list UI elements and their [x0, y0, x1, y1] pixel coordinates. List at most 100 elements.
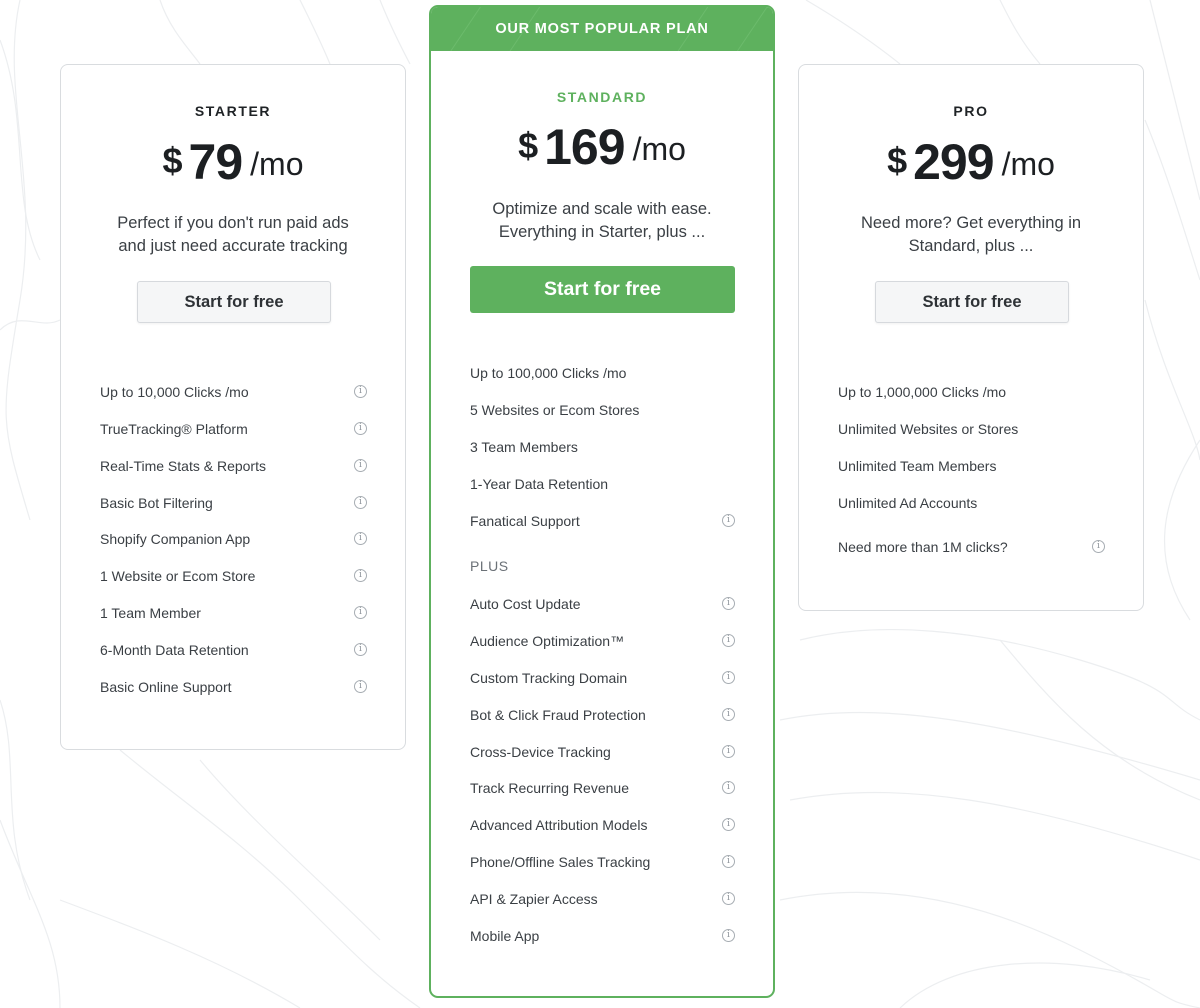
description-line: Standard, plus ...	[908, 237, 1034, 255]
info-icon[interactable]: i	[722, 855, 735, 868]
info-icon[interactable]: i	[354, 532, 367, 545]
feature-item: 1-Year Data Retention	[470, 474, 735, 494]
feature-item: 1 Team Member i	[100, 603, 367, 623]
feature-item: Custom Tracking Domain i	[470, 668, 735, 688]
most-popular-banner: OUR MOST POPULAR PLAN	[431, 7, 773, 51]
price-currency: $	[162, 140, 183, 181]
info-icon[interactable]: i	[722, 745, 735, 758]
feature-label: Advanced Attribution Models	[470, 817, 648, 833]
price-amount: 169	[544, 119, 625, 175]
plan-name: PRO	[953, 103, 989, 119]
info-icon[interactable]: i	[722, 781, 735, 794]
feature-label: Shopify Companion App	[100, 531, 251, 547]
feature-label: Up to 10,000 Clicks /mo	[100, 384, 249, 400]
feature-item: Basic Bot Filtering i	[100, 493, 367, 513]
feature-label: 5 Websites or Ecom Stores	[470, 402, 640, 418]
feature-label: Custom Tracking Domain	[470, 670, 628, 686]
info-icon[interactable]: i	[722, 708, 735, 721]
plan-description: Optimize and scale with ease. Everything…	[451, 198, 753, 244]
info-icon[interactable]: i	[354, 422, 367, 435]
price-currency: $	[518, 125, 539, 166]
need-more-item: Need more than 1M clicks? i	[838, 537, 1105, 557]
feature-label: TrueTracking® Platform	[100, 421, 248, 437]
feature-label: Unlimited Team Members	[838, 458, 997, 474]
feature-label: API & Zapier Access	[470, 891, 598, 907]
price-currency: $	[887, 140, 908, 181]
info-icon[interactable]: i	[354, 385, 367, 398]
feature-item: Shopify Companion App i	[100, 529, 367, 549]
pro-plan-card: PRO $299/mo Need more? Get everything in…	[798, 64, 1144, 611]
feature-item: Track Recurring Revenue i	[470, 778, 735, 798]
feature-label: 3 Team Members	[470, 439, 578, 455]
feature-item: 6-Month Data Retention i	[100, 640, 367, 660]
feature-label: Basic Bot Filtering	[100, 495, 213, 511]
feature-label: 1-Year Data Retention	[470, 476, 609, 492]
description-line: Everything in Starter, plus ...	[498, 223, 706, 241]
plan-description: Perfect if you don't run paid ads and ju…	[81, 212, 385, 258]
plus-label: PLUS	[470, 558, 509, 574]
feature-label: Bot & Click Fraud Protection	[470, 707, 646, 723]
plan-price: $299/mo	[799, 133, 1143, 191]
info-icon[interactable]: i	[722, 818, 735, 831]
plan-price: $79/mo	[61, 133, 405, 191]
info-icon[interactable]: i	[354, 569, 367, 582]
feature-label: Audience Optimization™	[470, 633, 625, 649]
feature-label: Unlimited Websites or Stores	[838, 421, 1019, 437]
price-amount: 79	[188, 134, 244, 190]
feature-label: Mobile App	[470, 928, 540, 944]
info-icon[interactable]: i	[354, 459, 367, 472]
price-period: /mo	[250, 146, 304, 182]
info-icon[interactable]: i	[722, 929, 735, 942]
feature-label: Basic Online Support	[100, 679, 232, 695]
feature-item: Up to 100,000 Clicks /mo	[470, 363, 735, 383]
info-icon[interactable]: i	[354, 643, 367, 656]
info-icon[interactable]: i	[722, 597, 735, 610]
feature-item: Bot & Click Fraud Protection i	[470, 705, 735, 725]
feature-item: Unlimited Team Members	[838, 456, 1105, 476]
feature-item: Cross-Device Tracking i	[470, 742, 735, 762]
plan-name: STARTER	[194, 103, 272, 119]
feature-item: Basic Online Support i	[100, 677, 367, 697]
feature-item: API & Zapier Access i	[470, 889, 735, 909]
feature-label: Need more than 1M clicks?	[838, 539, 1008, 555]
info-icon[interactable]: i	[722, 671, 735, 684]
feature-item: 3 Team Members	[470, 437, 735, 457]
description-line: and just need accurate tracking	[118, 237, 348, 255]
feature-label: Fanatical Support	[470, 513, 580, 529]
feature-item: Unlimited Ad Accounts	[838, 493, 1105, 513]
feature-label: Track Recurring Revenue	[470, 780, 629, 796]
banner-text: OUR MOST POPULAR PLAN	[495, 21, 709, 37]
feature-item: Up to 10,000 Clicks /mo i	[100, 382, 367, 402]
feature-item: TrueTracking® Platform i	[100, 419, 367, 439]
description-line: Perfect if you don't run paid ads	[117, 214, 349, 232]
feature-label: Up to 100,000 Clicks /mo	[470, 365, 627, 381]
standard-plan-card: OUR MOST POPULAR PLAN STANDARD $169/mo O…	[429, 5, 775, 998]
feature-label: Phone/Offline Sales Tracking	[470, 854, 651, 870]
plan-price: $169/mo	[431, 118, 773, 176]
feature-item: Up to 1,000,000 Clicks /mo	[838, 382, 1105, 402]
price-period: /mo	[632, 131, 686, 167]
info-icon[interactable]: i	[354, 496, 367, 509]
info-icon[interactable]: i	[722, 892, 735, 905]
feature-item: Phone/Offline Sales Tracking i	[470, 852, 735, 872]
info-icon[interactable]: i	[722, 634, 735, 647]
feature-item: Fanatical Support i	[470, 511, 735, 531]
feature-label: Real-Time Stats & Reports	[100, 458, 266, 474]
feature-label: 1 Website or Ecom Store	[100, 568, 256, 584]
info-icon[interactable]: i	[354, 606, 367, 619]
start-for-free-button[interactable]: Start for free	[875, 281, 1069, 323]
starter-plan-card: STARTER $79/mo Perfect if you don't run …	[60, 64, 406, 750]
start-for-free-button[interactable]: Start for free	[470, 266, 735, 313]
start-for-free-button[interactable]: Start for free	[137, 281, 331, 323]
feature-item: Audience Optimization™ i	[470, 631, 735, 651]
feature-label: Unlimited Ad Accounts	[838, 495, 978, 511]
description-line: Need more? Get everything in	[860, 214, 1082, 232]
info-icon[interactable]: i	[722, 514, 735, 527]
info-icon[interactable]: i	[354, 680, 367, 693]
price-period: /mo	[1001, 146, 1055, 182]
feature-item: Mobile App i	[470, 926, 735, 946]
feature-item: 5 Websites or Ecom Stores	[470, 400, 735, 420]
feature-label: 1 Team Member	[100, 605, 201, 621]
feature-item: Real-Time Stats & Reports i	[100, 456, 367, 476]
info-icon[interactable]: i	[1092, 540, 1105, 553]
